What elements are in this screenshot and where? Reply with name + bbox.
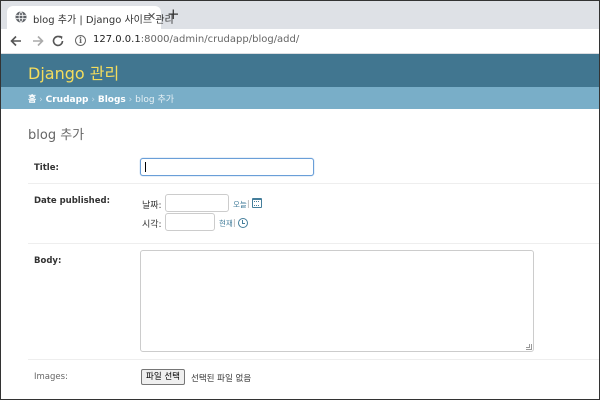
date-input[interactable] (165, 194, 229, 212)
time-sub-label: 시각: (142, 220, 162, 230)
file-status-text: 선택된 파일 없음 (191, 374, 252, 384)
now-link[interactable]: 현재 (219, 218, 233, 229)
images-label: Images: (34, 372, 68, 382)
breadcrumb-separator: › (128, 95, 133, 105)
text-caret (145, 162, 146, 172)
site-branding[interactable]: Django 관리 (28, 60, 119, 84)
new-tab-button[interactable]: + (167, 7, 180, 22)
date-sub-label: 날짜: (142, 201, 162, 211)
site-info-icon[interactable]: i (75, 35, 86, 46)
url-host: 127.0.0.1 (93, 34, 141, 45)
clock-icon[interactable] (238, 218, 248, 228)
browser-window: blog 추가 | Django 사이트 관리 ✕ + i 127.0.0.1:… (0, 0, 600, 400)
body-textarea[interactable] (140, 250, 534, 352)
admin-header: Django 관리 (1, 54, 599, 87)
title-label: Title: (34, 163, 59, 173)
resize-handle[interactable] (526, 344, 532, 350)
url-path: :8000/admin/crudapp/blog/add/ (140, 34, 300, 45)
breadcrumb-current: blog 추가 (135, 95, 175, 105)
navigation-bar: i 127.0.0.1:8000/admin/crudapp/blog/add/ (1, 29, 599, 54)
title-input[interactable] (140, 158, 314, 176)
breadcrumb-separator: › (91, 95, 95, 105)
breadcrumb-separator: › (39, 95, 43, 105)
form-row-date-published: Date published: (28, 184, 599, 244)
shortcut-separator: | (233, 218, 236, 227)
reload-icon[interactable] (51, 34, 65, 48)
close-icon[interactable]: ✕ (147, 10, 156, 23)
shortcut-separator: | (247, 199, 250, 208)
breadcrumb: 홈 › Crudapp › Blogs › blog 추가 (1, 87, 599, 109)
date-published-label: Date published: (34, 196, 110, 206)
breadcrumb-app[interactable]: Crudapp (46, 95, 89, 105)
browser-tab[interactable]: blog 추가 | Django 사이트 관리 ✕ (7, 6, 174, 29)
calendar-icon[interactable] (252, 198, 262, 208)
tab-strip: blog 추가 | Django 사이트 관리 ✕ + (1, 1, 599, 29)
choose-file-button[interactable]: 파일 선택 (141, 369, 185, 385)
form-row-images: Images: (28, 360, 599, 399)
globe-icon (15, 11, 27, 23)
forward-arrow-icon[interactable] (31, 34, 45, 48)
time-input[interactable] (165, 213, 215, 231)
body-label: Body: (34, 256, 62, 266)
breadcrumb-home[interactable]: 홈 (28, 95, 36, 105)
breadcrumb-model[interactable]: Blogs (98, 95, 126, 105)
address-bar[interactable]: 127.0.0.1:8000/admin/crudapp/blog/add/ (93, 34, 299, 45)
back-arrow-icon[interactable] (9, 34, 23, 48)
page-title: blog 추가 (28, 128, 85, 143)
today-link[interactable]: 오늘 (233, 199, 247, 210)
